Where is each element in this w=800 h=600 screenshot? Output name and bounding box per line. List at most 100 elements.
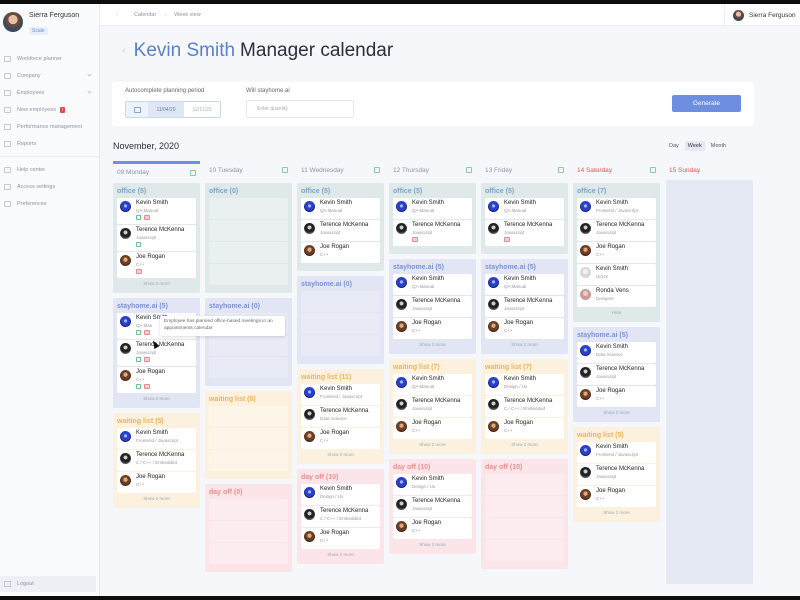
sidebar-item-help-center[interactable]: Help center: [0, 161, 99, 178]
employee-card[interactable]: Joe Rogan C++: [577, 242, 656, 263]
calendar-check-icon[interactable]: [558, 167, 564, 173]
employee-card[interactable]: Kevin Smith QA Manual: [393, 198, 472, 219]
show-more-button[interactable]: Show 2 more: [577, 508, 656, 518]
sidebar-item-new-employees[interactable]: New employees!: [0, 101, 99, 118]
date-from[interactable]: 11/04/20: [148, 102, 184, 117]
show-more-button[interactable]: Hide: [577, 308, 656, 318]
empty-slot[interactable]: [209, 335, 288, 356]
breadcrumb-week-view[interactable]: Week view: [174, 12, 201, 18]
show-more-button[interactable]: Show 2 more: [393, 340, 472, 350]
sidebar-item-workforce-planner[interactable]: Workforce planner: [0, 50, 99, 67]
show-more-button[interactable]: Show 2 more: [485, 440, 564, 450]
employee-card[interactable]: Terence McKenna Javascript: [485, 220, 564, 246]
day-off-icon[interactable]: [144, 384, 150, 389]
back-arrow-icon[interactable]: ‹: [116, 12, 118, 18]
employee-card[interactable]: Terence McKenna Javascript: [577, 464, 656, 485]
calendar-check-icon[interactable]: [374, 167, 380, 173]
day-off-icon[interactable]: [412, 237, 418, 242]
sidebar-item-company[interactable]: Company: [0, 67, 99, 84]
employee-card[interactable]: Kevin Smith Design / Ux: [301, 484, 380, 505]
day-off-icon[interactable]: [136, 269, 142, 274]
view-month-button[interactable]: Month: [708, 141, 729, 151]
employee-card[interactable]: Terence McKenna Javascript: [393, 220, 472, 246]
empty-slot[interactable]: [209, 406, 288, 427]
empty-slot[interactable]: [209, 428, 288, 449]
employee-card[interactable]: Kevin Smith Frontend / Javascript: [301, 384, 380, 405]
office-meeting-icon[interactable]: [136, 357, 141, 362]
employee-card[interactable]: Kevin Smith QA Manual: [117, 198, 196, 224]
show-more-button[interactable]: Show 2 more: [577, 408, 656, 418]
employee-card[interactable]: Terence McKenna C / C++ / Embedded: [485, 396, 564, 417]
employee-card[interactable]: Kevin Smith QA Manual: [485, 198, 564, 219]
employee-card[interactable]: Terence McKenna C / C++ / Embedded: [301, 506, 380, 527]
empty-slot[interactable]: [209, 521, 288, 542]
back-chevron-icon[interactable]: ‹: [122, 45, 126, 57]
employee-card[interactable]: Kevin Smith Frontend / Javascript: [117, 428, 196, 449]
empty-slot[interactable]: [209, 450, 288, 471]
empty-slot[interactable]: [485, 540, 564, 561]
day-off-icon[interactable]: [144, 357, 150, 362]
employee-card[interactable]: Terence McKenna Javascript: [485, 296, 564, 317]
office-meeting-icon[interactable]: [136, 215, 141, 220]
employee-card[interactable]: Kevin Smith UI/UX: [577, 264, 656, 285]
employee-card[interactable]: Joe Rogan C++: [301, 528, 380, 549]
empty-slot[interactable]: [485, 496, 564, 517]
employee-card[interactable]: Terence McKenna Javascript: [117, 225, 196, 251]
employee-card[interactable]: Joe Rogan C++: [485, 418, 564, 439]
employee-card[interactable]: Kevin Smith QA Manual: [485, 274, 564, 295]
employee-card[interactable]: Kevin Smith Data Science: [577, 342, 656, 363]
day-off-icon[interactable]: [144, 215, 150, 220]
employee-card[interactable]: Kevin Smith Frontend / Javascript: [577, 442, 656, 463]
empty-slot[interactable]: [301, 335, 380, 356]
employee-card[interactable]: Terence McKenna C / C++ / Embedded: [117, 450, 196, 471]
view-week-button[interactable]: Week: [684, 141, 705, 151]
empty-slot[interactable]: [301, 313, 380, 334]
view-day-button[interactable]: Day: [666, 141, 682, 151]
empty-slot[interactable]: [209, 264, 288, 285]
employee-card[interactable]: Joe Rogan C++: [393, 318, 472, 339]
show-more-button[interactable]: Show 2 more: [485, 340, 564, 350]
show-more-button[interactable]: Show 2 more: [393, 440, 472, 450]
show-more-button[interactable]: Show 2 more: [117, 394, 196, 404]
empty-slot[interactable]: [209, 543, 288, 564]
office-meeting-icon[interactable]: [136, 384, 141, 389]
employee-card[interactable]: Kevin Smith QA Manual: [393, 374, 472, 395]
employee-card[interactable]: Terence McKenna Javascript: [577, 220, 656, 241]
office-meeting-icon[interactable]: [136, 242, 141, 247]
quantity-input[interactable]: Enter quantity: [246, 100, 354, 118]
empty-slot[interactable]: [301, 291, 380, 312]
show-more-button[interactable]: Show 2 more: [117, 494, 196, 504]
empty-slot[interactable]: [209, 198, 288, 219]
office-meeting-icon[interactable]: [136, 330, 141, 335]
profile[interactable]: Sierra Ferguson Scale: [0, 4, 99, 38]
logout-button[interactable]: Logout: [0, 576, 96, 592]
employee-card[interactable]: Joe Rogan C++: [485, 318, 564, 339]
employee-card[interactable]: Joe Rogan C++: [393, 418, 472, 439]
user-menu[interactable]: Sierra Ferguson: [724, 4, 800, 26]
show-more-button[interactable]: Show 2 more: [117, 279, 196, 289]
sidebar-item-employees[interactable]: Employees: [0, 84, 99, 101]
period-date-range[interactable]: 11/04/20 12/11/20: [125, 101, 221, 118]
employee-card[interactable]: Terence McKenna Javascript: [393, 496, 472, 517]
employee-card[interactable]: Ronda Vens Designer: [577, 286, 656, 307]
show-more-button[interactable]: Show 2 more: [393, 540, 472, 550]
employee-card[interactable]: Terence McKenna Javascript: [393, 296, 472, 317]
day-off-icon[interactable]: [144, 330, 150, 335]
employee-card[interactable]: Kevin Smith Design / Ux: [485, 374, 564, 395]
calendar-check-icon[interactable]: [190, 170, 196, 176]
employee-card[interactable]: Joe Rogan C++: [301, 428, 380, 449]
generate-button[interactable]: Generate: [672, 95, 741, 112]
show-more-button[interactable]: Show 2 more: [301, 550, 380, 560]
employee-card[interactable]: Joe Rogan C++: [577, 386, 656, 407]
employee-card[interactable]: Terence McKenna Javascript: [393, 396, 472, 417]
employee-card[interactable]: Terence McKenna Javascript: [301, 220, 380, 241]
empty-slot[interactable]: [209, 220, 288, 241]
employee-card[interactable]: Kevin Smith Frontend / Javascript: [577, 198, 656, 219]
sidebar-item-performance-management[interactable]: Performance management: [0, 118, 99, 135]
sidebar-item-reports[interactable]: Reports: [0, 135, 99, 152]
employee-card[interactable]: Joe Rogan C++: [577, 486, 656, 507]
employee-card[interactable]: Kevin Smith Design / Ux: [393, 474, 472, 495]
empty-slot[interactable]: [209, 499, 288, 520]
sidebar-item-preferences[interactable]: Preferences: [0, 195, 99, 212]
employee-card[interactable]: Joe Rogan C++: [117, 472, 196, 493]
